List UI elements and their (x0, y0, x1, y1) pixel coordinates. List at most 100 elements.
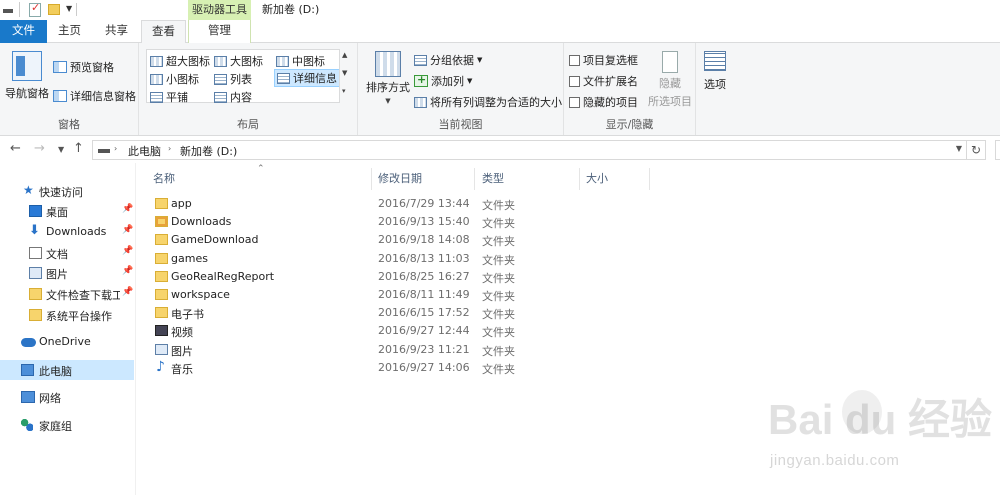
refresh-icon[interactable]: ↻ (966, 140, 986, 160)
layout-details[interactable]: 详细信息 (274, 69, 340, 87)
file-name[interactable]: 视频 (171, 324, 193, 340)
customize-toolbar-icon[interactable]: ▼ (66, 4, 72, 18)
up-arrow-icon[interactable]: ↑ (73, 141, 84, 156)
breadcrumb-chevron-icon[interactable]: › (114, 144, 117, 153)
layout-tiles[interactable]: 平铺 (150, 89, 188, 105)
size-all-columns-label: 将所有列调整为合适的大小 (430, 96, 562, 109)
column-divider[interactable] (474, 168, 475, 190)
file-name[interactable]: app (171, 197, 192, 210)
table-row[interactable]: 电子书 2016/6/15 17:52 文件夹 (152, 304, 652, 322)
table-row[interactable]: GameDownload 2016/9/18 14:08 文件夹 (152, 231, 652, 249)
tab-file[interactable]: 文件 (0, 20, 47, 43)
group-by-button[interactable]: 分组依据 ▼ (414, 52, 482, 68)
layout-small-icons[interactable]: 小图标 (150, 71, 199, 87)
checkbox[interactable] (569, 54, 580, 66)
computer-icon (21, 364, 34, 376)
layout-content[interactable]: 内容 (214, 89, 252, 105)
nav-item-check-download-tool[interactable]: 文件检查下载工具 📌 (0, 284, 134, 304)
column-divider[interactable] (579, 168, 580, 190)
hide-selected-button[interactable]: 隐藏 所选项目 (648, 51, 692, 109)
breadcrumb-this-pc[interactable]: 此电脑 (128, 143, 161, 159)
size-all-columns-button[interactable]: 将所有列调整为合适的大小 (414, 94, 562, 110)
scroll-down-icon[interactable]: ▼ (342, 69, 347, 77)
item-checkboxes-toggle[interactable]: 项目复选框 (569, 52, 638, 68)
checkbox[interactable] (569, 96, 580, 108)
table-row[interactable]: Downloads 2016/9/13 15:40 文件夹 (152, 213, 652, 231)
file-name[interactable]: games (171, 252, 208, 265)
layout-extra-large-icons[interactable]: 超大图标 (150, 53, 210, 69)
layout-gallery-scroll[interactable]: ▲ ▼ ▾ (339, 49, 352, 103)
table-row[interactable]: workspace 2016/8/11 11:49 文件夹 (152, 286, 652, 304)
folder-icon (29, 288, 42, 300)
column-header-size[interactable]: 大小 (586, 171, 608, 191)
nav-item-pictures[interactable]: 图片 📌 (0, 263, 134, 283)
column-divider[interactable] (371, 168, 372, 190)
file-modified-date: 2016/9/27 14:06 (378, 360, 470, 374)
file-name[interactable]: GameDownload (171, 233, 258, 246)
search-input[interactable] (995, 140, 1000, 160)
file-name[interactable]: Downloads (171, 215, 231, 228)
file-name[interactable]: GeoRealRegReport (171, 270, 274, 283)
checkbox[interactable] (569, 75, 580, 87)
address-dropdown-icon[interactable]: ▼ (956, 144, 962, 153)
forward-arrow-icon[interactable]: → (34, 141, 45, 156)
recent-locations-icon[interactable]: ▼ (58, 145, 64, 154)
navigation-pane-button[interactable]: 导航窗格 (5, 51, 49, 101)
tab-manage[interactable]: 管理 (188, 20, 251, 43)
nav-item-system-platform[interactable]: 系统平台操作 (0, 305, 134, 325)
new-folder-icon[interactable] (48, 4, 60, 15)
sort-by-button[interactable]: 排序方式 ▼ (366, 51, 410, 105)
options-button[interactable]: 选项 (704, 51, 726, 92)
breadcrumb-drive-d[interactable]: 新加卷 (D:) (180, 143, 237, 159)
tab-view[interactable]: 查看 (141, 20, 186, 44)
column-header-type[interactable]: 类型 (482, 171, 504, 191)
preview-pane-button[interactable]: 预览窗格 (53, 59, 114, 75)
nav-quick-access[interactable]: ★ 快速访问 (0, 181, 134, 201)
desktop-icon (29, 205, 42, 217)
breadcrumb-chevron-icon[interactable]: › (168, 144, 171, 153)
layout-large-icons[interactable]: 大图标 (214, 53, 263, 69)
pin-icon[interactable]: 📌 (122, 287, 133, 297)
column-header-date[interactable]: 修改日期 (378, 171, 422, 191)
pin-icon[interactable]: 📌 (122, 266, 133, 276)
file-name[interactable]: 电子书 (171, 306, 204, 322)
file-name[interactable]: workspace (171, 288, 230, 301)
layout-list[interactable]: 列表 (214, 71, 252, 87)
table-row[interactable]: GeoRealRegReport 2016/8/25 16:27 文件夹 (152, 268, 652, 286)
table-row[interactable]: 图片 2016/9/23 11:21 文件夹 (152, 341, 652, 359)
file-extensions-toggle[interactable]: 文件扩展名 (569, 73, 638, 89)
add-columns-button[interactable]: 添加列 ▼ (414, 73, 472, 89)
details-pane-button[interactable]: 详细信息窗格 (53, 88, 136, 104)
table-row[interactable]: games 2016/8/13 11:03 文件夹 (152, 250, 652, 268)
nav-item-documents[interactable]: 文档 📌 (0, 243, 134, 263)
table-row[interactable]: app 2016/7/29 13:44 文件夹 (152, 195, 652, 213)
pin-icon[interactable]: 📌 (122, 246, 133, 256)
back-arrow-icon[interactable]: ← (10, 141, 21, 156)
properties-icon[interactable] (29, 1, 41, 17)
folder-icon (155, 198, 168, 209)
column-divider[interactable] (649, 168, 650, 190)
nav-item-desktop[interactable]: 桌面 📌 (0, 201, 134, 221)
nav-this-pc[interactable]: 此电脑 (0, 360, 134, 380)
table-row[interactable]: ♪ 音乐 2016/9/27 14:06 文件夹 (152, 359, 652, 377)
hidden-items-toggle[interactable]: 隐藏的项目 (569, 94, 638, 110)
file-modified-date: 2016/8/13 11:03 (378, 251, 470, 265)
pin-icon[interactable]: 📌 (122, 225, 133, 235)
nav-homegroup[interactable]: 家庭组 (0, 415, 134, 435)
tab-share[interactable]: 共享 (94, 20, 139, 43)
nav-network[interactable]: 网络 (0, 387, 134, 407)
tab-home[interactable]: 主页 (47, 20, 92, 43)
file-name[interactable]: 音乐 (171, 361, 193, 377)
file-name[interactable]: 图片 (171, 343, 193, 359)
table-row[interactable]: 视频 2016/9/27 12:44 文件夹 (152, 322, 652, 340)
pin-icon[interactable]: 📌 (122, 204, 133, 214)
scroll-up-icon[interactable]: ▲ (342, 51, 347, 59)
nav-item-downloads[interactable]: ⬇ Downloads 📌 (0, 222, 134, 242)
hidden-items-label: 隐藏的项目 (583, 96, 638, 109)
chevron-down-icon: ▼ (385, 97, 391, 105)
column-header-name[interactable]: 名称 (153, 171, 175, 191)
nav-onedrive[interactable]: OneDrive (0, 332, 134, 352)
address-field[interactable]: › 此电脑 › 新加卷 (D:) ▼ (92, 140, 967, 160)
expand-gallery-icon[interactable]: ▾ (342, 87, 346, 95)
layout-medium-icons[interactable]: 中图标 (276, 53, 325, 69)
